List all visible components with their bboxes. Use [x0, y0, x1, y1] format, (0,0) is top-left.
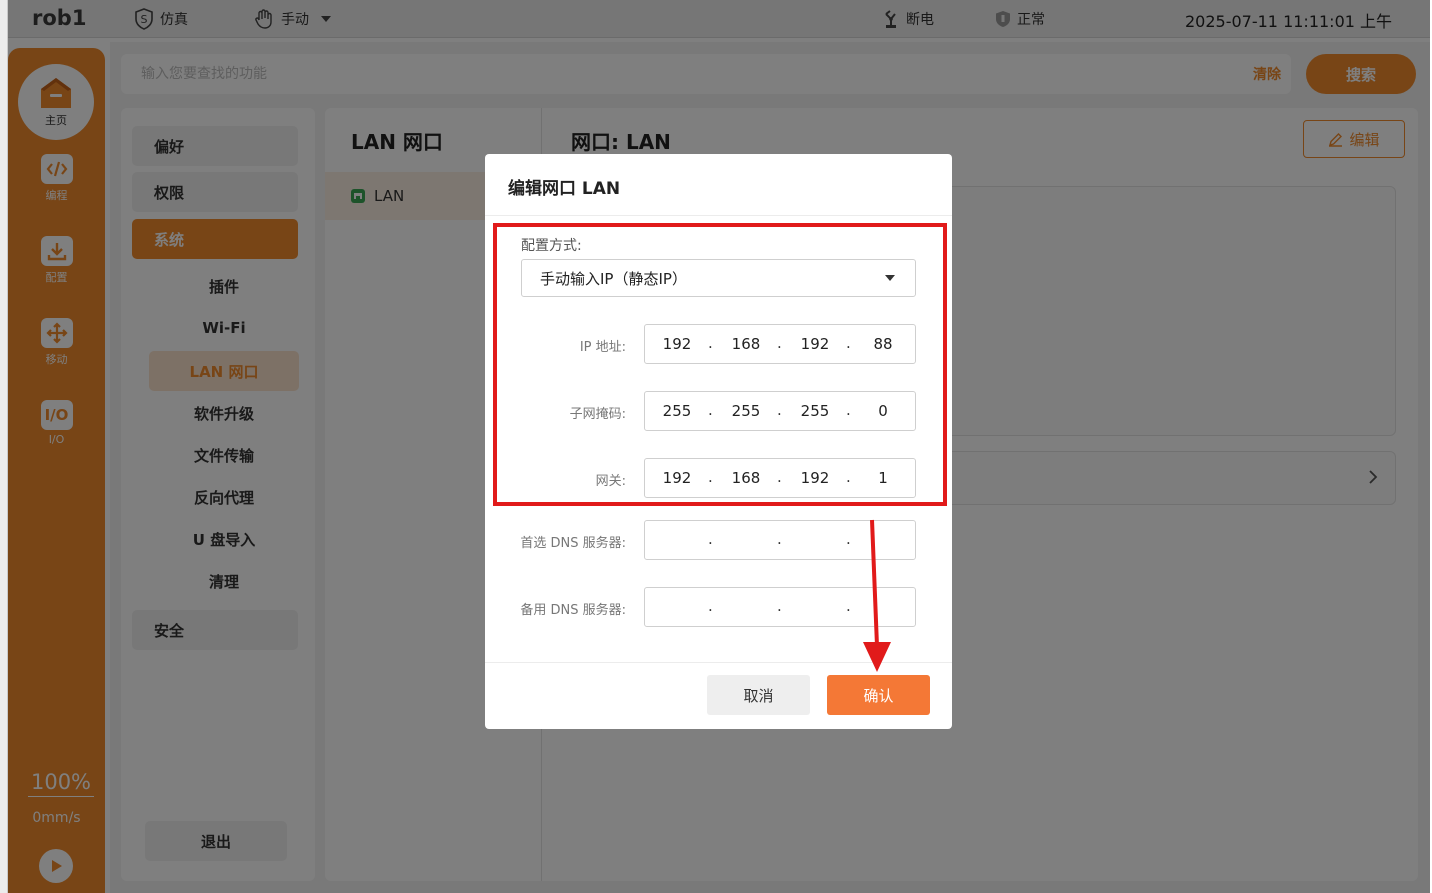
background-window-edge [0, 0, 8, 893]
divider [485, 215, 952, 216]
secondary-dns-label: 备用 DNS 服务器: [520, 603, 626, 618]
annotation-arrow-icon [863, 519, 891, 672]
primary-dns-label: 首选 DNS 服务器: [520, 536, 626, 551]
ip-dot: . [777, 530, 782, 548]
ip-dot: . [708, 530, 713, 548]
dialog-title: 编辑网口 LAN [508, 179, 621, 199]
annotation-highlight-box [493, 223, 947, 506]
ip-dot: . [708, 597, 713, 615]
cancel-button[interactable]: 取消 [707, 675, 810, 715]
ip-dot: . [777, 597, 782, 615]
confirm-button[interactable]: 确认 [827, 675, 930, 715]
ip-dot: . [846, 530, 851, 548]
ip-dot: . [846, 597, 851, 615]
